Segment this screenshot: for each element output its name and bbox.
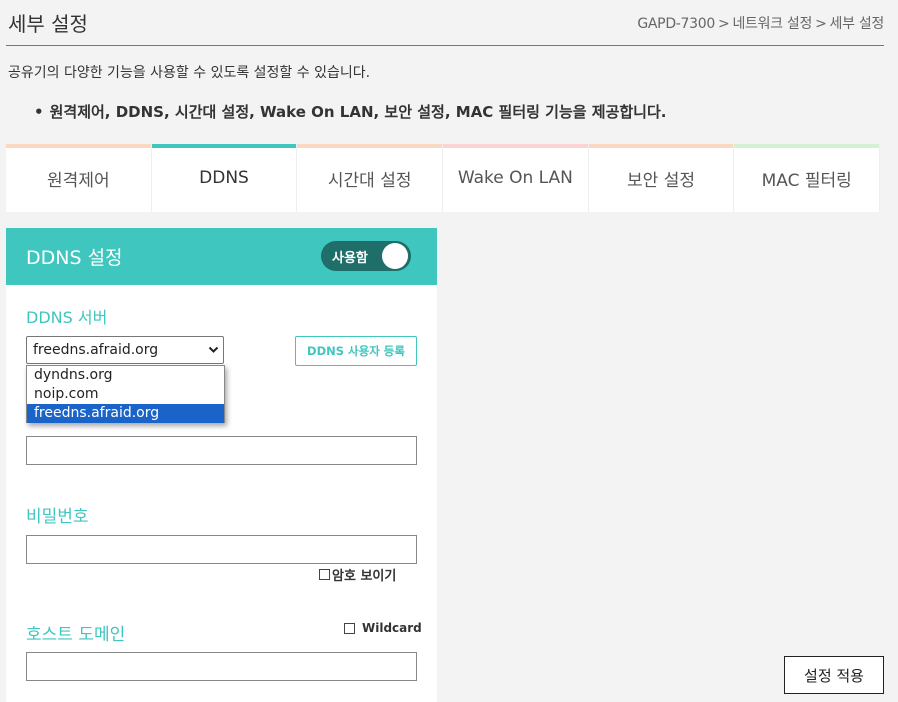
panel-title: DDNS 설정: [26, 247, 123, 269]
server-select[interactable]: freedns.afraid.org: [26, 336, 224, 364]
breadcrumb: GAPD-7300 > 네트워크 설정 > 세부 설정: [637, 13, 884, 33]
feature-bullet: • 원격제어, DDNS, 시간대 설정, Wake On LAN, 보안 설정,…: [34, 101, 667, 122]
tab-ddns[interactable]: DDNS: [151, 144, 298, 212]
bullet-dot: •: [34, 103, 44, 121]
show-password-label: 암호 보이기: [332, 569, 397, 584]
server-select-value: freedns.afraid.org: [33, 342, 159, 358]
panel-header: DDNS 설정 사용함: [6, 228, 437, 285]
tab-bar: 원격제어 DDNS 시간대 설정 Wake On LAN 보안 설정 MAC 필…: [6, 144, 881, 212]
password-input[interactable]: [26, 535, 417, 564]
toggle-label: 사용함: [332, 250, 368, 266]
server-dropdown: dyndns.org noip.com freedns.afraid.org: [26, 365, 225, 423]
tab-label: DDNS: [199, 168, 249, 188]
tab-accent-bar: [443, 144, 588, 148]
tab-label: MAC 필터링: [761, 170, 852, 191]
tab-accent-bar: [297, 144, 443, 148]
tab-accent-bar: [151, 144, 297, 148]
breadcrumb-separator: >: [718, 16, 730, 32]
apply-settings-button[interactable]: 설정 적용: [784, 656, 884, 694]
tab-mac-filter[interactable]: MAC 필터링: [734, 144, 881, 212]
tab-accent-bar: [588, 144, 734, 148]
host-domain-label: 호스트 도메인: [26, 625, 126, 645]
tab-accent-bar: [6, 144, 151, 148]
tab-label: 원격제어: [47, 170, 110, 191]
header-divider: [6, 45, 884, 46]
show-password-option[interactable]: 암호 보이기: [319, 565, 396, 584]
tab-label: 시간대 설정: [327, 170, 412, 191]
wildcard-checkbox[interactable]: [344, 622, 355, 634]
breadcrumb-network[interactable]: 네트워크 설정: [732, 16, 812, 32]
page-description: 공유기의 다양한 기능을 사용할 수 있도록 설정할 수 있습니다.: [8, 65, 371, 81]
tab-timezone[interactable]: 시간대 설정: [297, 144, 444, 212]
tab-wake-on-lan[interactable]: Wake On LAN: [443, 144, 589, 212]
page-title: 세부 설정: [8, 12, 88, 36]
tab-remote-control[interactable]: 원격제어: [6, 144, 152, 212]
breadcrumb-device[interactable]: GAPD-7300: [637, 16, 715, 32]
tab-label: Wake On LAN: [457, 168, 573, 188]
enable-toggle[interactable]: 사용함: [321, 241, 411, 271]
toggle-knob: [382, 243, 408, 269]
wildcard-label: Wildcard: [362, 621, 422, 635]
wildcard-option[interactable]: Wildcard: [344, 621, 422, 635]
tab-label: 보안 설정: [627, 170, 695, 191]
show-password-checkbox[interactable]: [319, 569, 330, 580]
server-option[interactable]: noip.com: [27, 385, 224, 404]
feature-bullet-text: 원격제어, DDNS, 시간대 설정, Wake On LAN, 보안 설정, …: [49, 103, 667, 121]
breadcrumb-separator: >: [815, 16, 827, 32]
host-domain-input[interactable]: [26, 652, 417, 681]
password-label: 비밀번호: [26, 507, 89, 527]
server-label: DDNS 서버: [26, 308, 108, 327]
server-option-selected[interactable]: freedns.afraid.org: [27, 404, 224, 423]
ddns-panel: DDNS 설정 사용함 DDNS 서버 freedns.afraid.org d…: [6, 228, 437, 702]
user-id-input[interactable]: [26, 436, 417, 465]
tab-security[interactable]: 보안 설정: [588, 144, 735, 212]
server-option[interactable]: dyndns.org: [27, 366, 224, 385]
ddns-register-button[interactable]: DDNS 사용자 등록: [295, 336, 417, 366]
tab-accent-bar: [734, 144, 880, 148]
breadcrumb-current: 세부 설정: [829, 16, 885, 32]
